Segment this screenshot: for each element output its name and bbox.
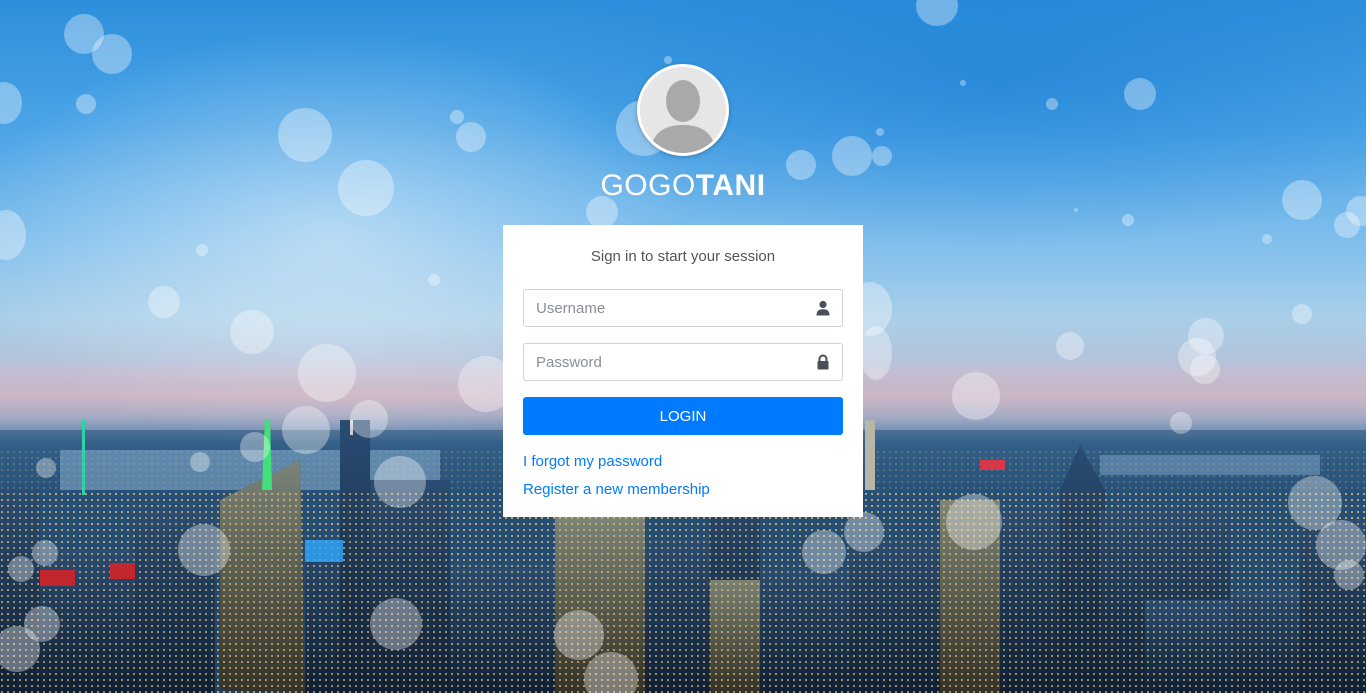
bokeh-bubble <box>240 432 270 462</box>
bokeh-bubble <box>664 56 672 64</box>
bokeh-bubble <box>282 406 330 454</box>
bokeh-bubble <box>1334 560 1364 590</box>
bokeh-bubble <box>350 400 388 438</box>
brand-header: GOGOTANI <box>0 64 1366 204</box>
bokeh-bubble <box>860 326 892 380</box>
bokeh-bubble <box>148 286 180 318</box>
bokeh-bubble <box>370 598 422 650</box>
bokeh-bubble <box>230 310 274 354</box>
bokeh-bubble <box>374 456 426 508</box>
username-field-group <box>523 289 843 327</box>
bokeh-bubble <box>554 610 604 660</box>
bokeh-bubble <box>428 274 440 286</box>
forgot-password-link[interactable]: I forgot my password <box>523 448 843 476</box>
bokeh-bubble <box>844 512 884 552</box>
bokeh-bubble <box>1074 208 1078 212</box>
bokeh-bubble <box>8 556 34 582</box>
bokeh-bubble <box>1170 412 1192 434</box>
auth-links: I forgot my password Register a new memb… <box>523 448 843 504</box>
bokeh-bubble <box>1190 354 1220 384</box>
bokeh-bubble <box>178 524 230 576</box>
username-input[interactable] <box>523 289 843 327</box>
bokeh-bubble <box>1056 332 1084 360</box>
bokeh-bubble <box>952 372 1000 420</box>
bokeh-bubble <box>190 452 210 472</box>
avatar-silhouette <box>640 67 726 153</box>
login-box: Sign in to start your session LOGIN I fo… <box>503 225 863 517</box>
default-user-avatar-icon <box>637 64 729 156</box>
bokeh-bubble <box>946 494 1002 550</box>
bokeh-bubble <box>802 530 846 574</box>
password-input[interactable] <box>523 343 843 381</box>
user-icon <box>816 300 830 316</box>
bokeh-bubble <box>1292 304 1312 324</box>
logo-bold-part: TANI <box>695 169 766 202</box>
password-field-group <box>523 343 843 381</box>
bokeh-bubble <box>1122 214 1134 226</box>
app-logo-text: GOGOTANI <box>0 168 1366 204</box>
bokeh-bubble <box>196 244 208 256</box>
logo-light-part: GOGO <box>600 169 696 202</box>
bokeh-bubble <box>298 344 356 402</box>
login-button[interactable]: LOGIN <box>523 397 843 435</box>
register-link[interactable]: Register a new membership <box>523 476 843 504</box>
bokeh-bubble <box>36 458 56 478</box>
bokeh-bubble <box>32 540 58 566</box>
lock-icon <box>817 354 829 370</box>
bokeh-bubble <box>1262 234 1272 244</box>
login-box-message: Sign in to start your session <box>590 248 776 265</box>
